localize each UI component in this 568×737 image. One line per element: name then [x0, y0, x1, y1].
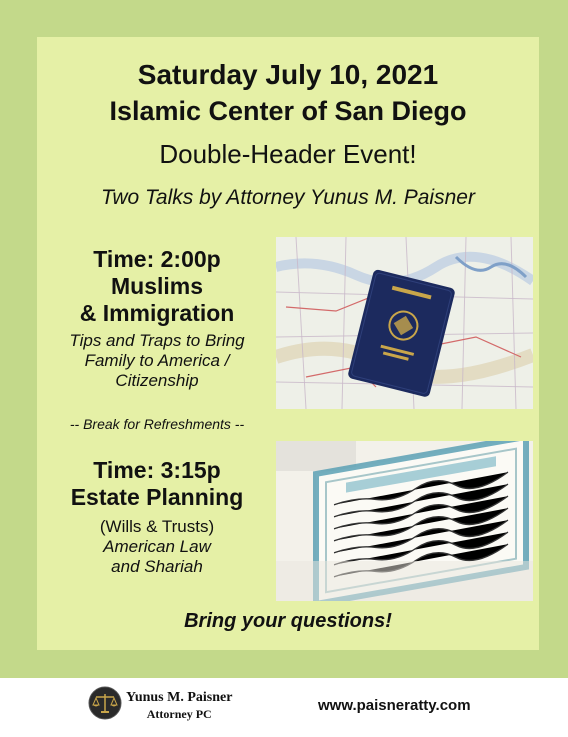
- passport-on-map-photo: [276, 237, 533, 409]
- talk-1-title-line1: Muslims: [110, 273, 204, 299]
- talk-1-desc-line2: Family to America /: [84, 351, 230, 370]
- website-link[interactable]: www.paisneratty.com: [318, 697, 471, 714]
- talk-2-time: Time: 3:15p: [93, 457, 221, 483]
- event-venue: Islamic Center of San Diego: [109, 96, 467, 126]
- event-type: Double-Header Event!: [159, 139, 417, 169]
- talk-1-desc-line3: Citizenship: [115, 371, 199, 390]
- talk-2-sub: (Wills & Trusts): [99, 517, 215, 536]
- talk-1-desc-line1: Tips and Traps to Bring: [69, 331, 245, 350]
- talk-2-block: Time: 3:15p Estate Planning (Wills & Tru…: [37, 457, 277, 577]
- quran-page-photo: [276, 441, 533, 601]
- talk-1-title-line2: & Immigration: [79, 300, 235, 326]
- scales-of-justice-icon: [88, 686, 122, 720]
- flyer-panel: Saturday July 10, 2021 Islamic Center of…: [37, 37, 539, 650]
- footer-bar: [0, 678, 568, 737]
- break-note: -- Break for Refreshments --: [69, 416, 245, 432]
- talk-1-block: Time: 2:00p Muslims & Immigration Tips a…: [37, 246, 277, 391]
- closing-call-to-action: Bring your questions!: [184, 610, 392, 632]
- talk-2-title: Estate Planning: [70, 484, 244, 510]
- firm-name-block: Yunus M. Paisner Attorney PC: [126, 690, 232, 722]
- firm-name: Yunus M. Paisner: [126, 690, 233, 705]
- talk-2-desc-line2: and Shariah: [111, 557, 203, 576]
- talk-2-desc-line1: American Law: [103, 537, 211, 556]
- event-subtitle: Two Talks by Attorney Yunus M. Paisner: [101, 186, 475, 209]
- event-date: Saturday July 10, 2021: [137, 59, 439, 90]
- talk-1-time: Time: 2:00p: [93, 246, 221, 272]
- firm-subtitle: Attorney PC: [146, 707, 212, 721]
